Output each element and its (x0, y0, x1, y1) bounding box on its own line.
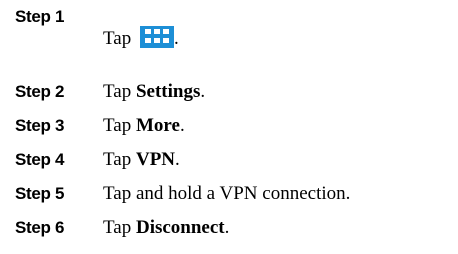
step-text-suffix: . (173, 28, 179, 49)
step-text: Tap Settings. (103, 82, 205, 102)
step-row: Step 1 Tap . (0, 0, 458, 49)
step-text-prefix: Tap (103, 28, 136, 49)
step-text-prefix: Tap (103, 149, 136, 170)
step-text: Tap and hold a VPN connection. (103, 184, 350, 204)
step-label: Step 6 (15, 218, 65, 237)
step-text-suffix: . (179, 115, 185, 136)
step-ui-term: Settings (135, 81, 201, 102)
apps-grid-icon (139, 26, 174, 48)
step-row: Step 4 Tap VPN. (0, 150, 458, 180)
step-label: Step 4 (15, 150, 65, 169)
step-label: Step 3 (15, 116, 65, 135)
step-ui-term: Disconnect (135, 217, 225, 238)
step-text-prefix: Tap (103, 115, 136, 136)
step-text-suffix: . (200, 81, 206, 102)
step-text-prefix: Tap (103, 217, 136, 238)
step-text: Tap Disconnect. (103, 218, 229, 238)
step-text: Tap More. (103, 116, 185, 136)
step-ui-term: More (135, 115, 180, 136)
step-label: Step 5 (15, 184, 65, 203)
step-row: Step 5 Tap and hold a VPN connection. (0, 184, 458, 214)
step-ui-term: VPN (135, 149, 176, 170)
step-text-suffix: . (224, 217, 230, 238)
step-row: Step 3 Tap More. (0, 116, 458, 146)
step-row: Step 2 Tap Settings. (0, 82, 458, 112)
step-text: Tap VPN. (103, 150, 180, 170)
step-label: Step 1 (15, 7, 65, 26)
step-text-suffix: . (175, 149, 180, 170)
step-text-prefix: Tap and hold a VPN connection. (103, 183, 351, 204)
step-text-prefix: Tap (103, 81, 136, 102)
step-row: Step 6 Tap Disconnect. (0, 218, 458, 248)
step-label: Step 2 (15, 82, 65, 101)
step-text: Tap . (103, 26, 179, 49)
